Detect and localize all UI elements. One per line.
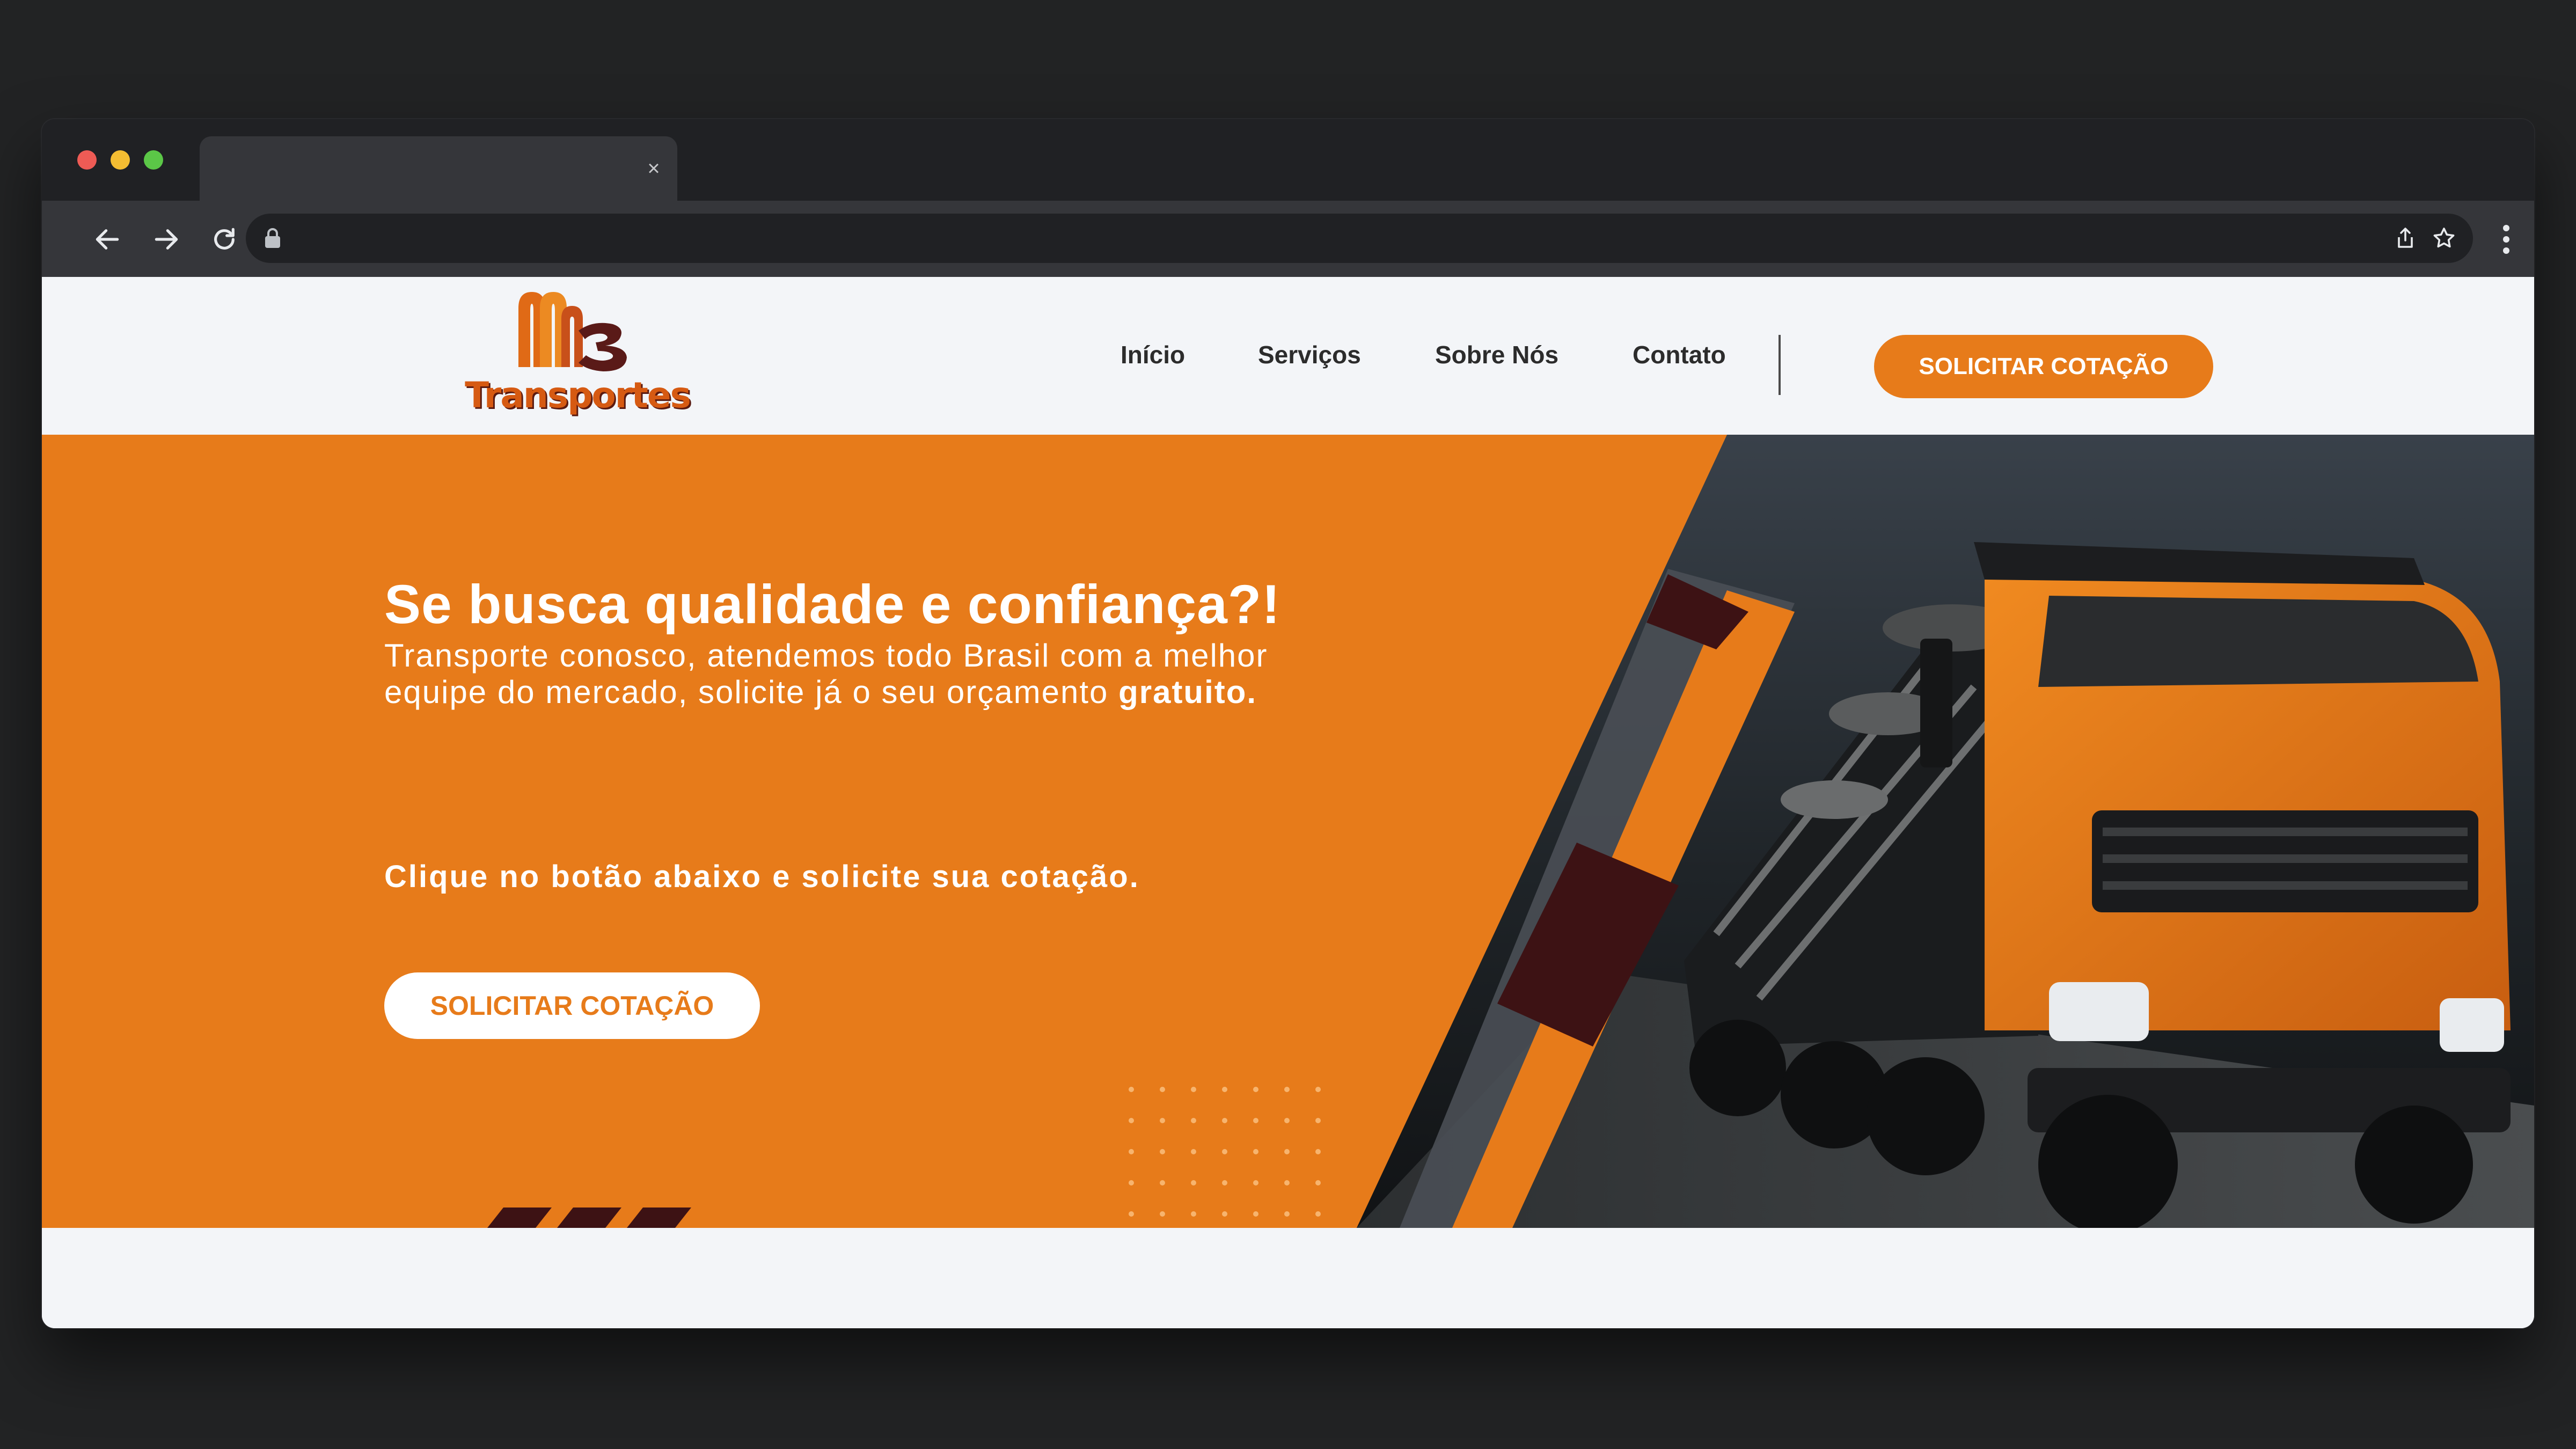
decoration-dot [1284, 1211, 1290, 1217]
web-page: Transportes Início Serviços Sobre Nós Co… [42, 277, 2534, 1328]
decoration-dot [1315, 1211, 1321, 1217]
address-bar[interactable] [246, 214, 2473, 263]
decoration-dot [1160, 1149, 1165, 1154]
site-header: Transportes Início Serviços Sobre Nós Co… [42, 277, 2534, 435]
dot-pattern-decoration [1129, 1087, 1321, 1217]
window-maximize-button[interactable] [144, 150, 163, 170]
nav-item-inicio[interactable]: Início [1121, 340, 1185, 369]
decoration-dot [1191, 1118, 1196, 1123]
decoration-dot [1315, 1149, 1321, 1154]
back-arrow-icon[interactable] [92, 224, 122, 254]
lock-icon [265, 228, 280, 248]
decoration-dot [1253, 1149, 1258, 1154]
decoration-dot [1222, 1087, 1227, 1092]
logo-text: Transportes [465, 375, 691, 416]
decoration-dot [1191, 1149, 1196, 1154]
decoration-dot [1222, 1180, 1227, 1185]
star-icon[interactable] [2431, 225, 2457, 251]
decoration-dot [1160, 1087, 1165, 1092]
decoration-dot [1191, 1180, 1196, 1185]
page-next-section [42, 1228, 2534, 1328]
browser-toolbar [42, 201, 2534, 277]
decoration-dot [1284, 1180, 1290, 1185]
site-logo[interactable]: Transportes [465, 287, 691, 426]
logo-mark-icon [518, 292, 627, 371]
hero-title: Se busca qualidade e confiança?! [384, 574, 1281, 635]
decoration-dot [1284, 1118, 1290, 1123]
more-menu-icon[interactable] [2500, 223, 2513, 255]
decoration-dot [1315, 1180, 1321, 1185]
decoration-dot [1253, 1118, 1258, 1123]
decoration-dot [1284, 1087, 1290, 1092]
window-minimize-button[interactable] [111, 150, 130, 170]
nav-divider [1779, 335, 1781, 395]
decoration-dot [1129, 1118, 1134, 1123]
share-icon[interactable] [2392, 225, 2418, 251]
reload-icon[interactable] [209, 224, 239, 254]
nav-item-sobre-nos[interactable]: Sobre Nós [1435, 340, 1558, 369]
decoration-dot [1160, 1180, 1165, 1185]
request-quote-button-hero[interactable]: SOLICITAR COTAÇÃO [384, 972, 760, 1039]
decoration-dot [1129, 1087, 1134, 1092]
decoration-dot [1253, 1087, 1258, 1092]
decoration-dot [1222, 1118, 1227, 1123]
browser-tab[interactable]: × [200, 136, 677, 201]
decoration-dot [1222, 1211, 1227, 1217]
hero-banner: Se busca qualidade e confiança?! Transpo… [42, 435, 2534, 1228]
decoration-dot [1222, 1149, 1227, 1154]
decoration-dot [1253, 1211, 1258, 1217]
forward-arrow-icon[interactable] [151, 224, 181, 254]
hero-cta-text: Clique no botão abaixo e solicite sua co… [384, 859, 1140, 894]
decoration-dot [1129, 1211, 1134, 1217]
close-icon[interactable]: × [643, 158, 664, 179]
nav-item-servicos[interactable]: Serviços [1258, 340, 1361, 369]
request-quote-button-header[interactable]: SOLICITAR COTAÇÃO [1874, 335, 2213, 398]
decoration-dot [1160, 1118, 1165, 1123]
hero-subtitle: Transporte conosco, atendemos todo Brasi… [384, 638, 1297, 711]
nav-item-contato[interactable]: Contato [1633, 340, 1726, 369]
window-close-button[interactable] [77, 150, 97, 170]
decoration-dot [1284, 1149, 1290, 1154]
browser-window: × Transportes Início Serviços Sobre Nós … [42, 119, 2534, 1328]
decoration-dot [1129, 1149, 1134, 1154]
decoration-dot [1191, 1087, 1196, 1092]
browser-titlebar: × [42, 119, 2534, 201]
decoration-dot [1253, 1180, 1258, 1185]
decoration-dot [1315, 1118, 1321, 1123]
stripe-decoration [487, 1208, 691, 1228]
decoration-dot [1315, 1087, 1321, 1092]
decoration-dot [1191, 1211, 1196, 1217]
decoration-dot [1129, 1180, 1134, 1185]
decoration-dot [1160, 1211, 1165, 1217]
hero-subtitle-bold: gratuito. [1118, 674, 1257, 710]
